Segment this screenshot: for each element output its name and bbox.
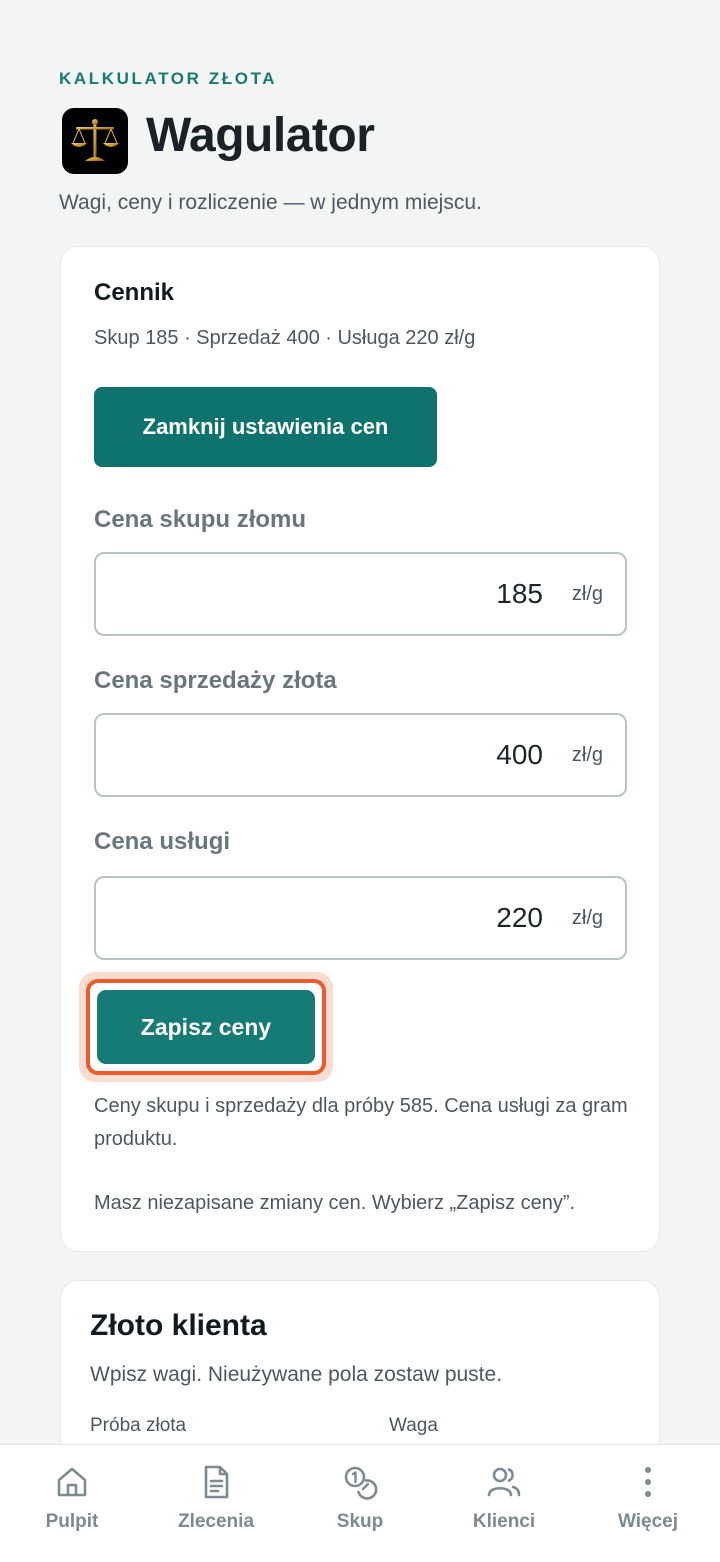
nav-label-pulpit: Pulpit [45,1511,99,1532]
service-price-field: zł/g [94,876,627,960]
nav-item-pulpit[interactable]: Pulpit [0,1445,144,1562]
nav-item-klienci[interactable]: Klienci [432,1445,576,1562]
nav-item-wiecej[interactable]: Więcej [576,1445,720,1562]
client-gold-subtitle: Wpisz wagi. Nieużywane pola zostaw puste… [90,1363,503,1386]
nav-label-zlecenia: Zlecenia [177,1511,255,1532]
save-prices-button[interactable]: Zapisz ceny [97,990,315,1064]
home-icon [57,1467,87,1497]
weight-column-label: Waga [389,1415,438,1436]
app-tagline: Wagi, ceny i rozliczenie — w jednym miej… [59,191,482,214]
pricing-note: Ceny skupu i sprzedaży dla próby 585. Ce… [94,1095,628,1150]
scrap-price-input[interactable] [163,554,543,634]
scrap-price-label: Cena skupu złomu [94,506,307,533]
service-price-unit: zł/g [571,907,603,929]
pricing-summary: Skup 185 · Sprzedaż 400 · Usługa 220 zł/… [94,327,476,349]
document-icon [204,1465,229,1499]
save-button-outline: Zapisz ceny [86,979,326,1075]
scrap-price-unit: zł/g [571,583,603,605]
service-price-label: Cena usługi [94,828,231,855]
nav-label-wiecej: Więcej [617,1511,679,1532]
coins-icon [344,1466,378,1500]
pricing-title: Cennik [94,279,175,306]
more-vertical-icon [645,1467,651,1497]
nav-item-skup[interactable]: Skup [288,1445,432,1562]
nav-item-zlecenia[interactable]: Zlecenia [144,1445,288,1562]
sale-price-label: Cena sprzedaży złota [94,667,337,694]
service-price-input[interactable] [163,878,543,958]
bottom-navigation: Pulpit Zlecenia Skup Klienci Więcej [0,1444,720,1562]
purity-column-label: Próba złota [90,1415,187,1436]
sale-price-unit: zł/g [571,744,603,766]
pricing-card: Cennik Skup 185 · Sprzedaż 400 · Usługa … [60,246,660,1252]
app-eyebrow: KALKULATOR ZŁOTA [59,69,278,88]
client-gold-title: Złoto klienta [90,1309,267,1342]
save-button-highlight: Zapisz ceny [79,972,333,1082]
balance-scale-icon [62,108,128,174]
scrap-price-field: zł/g [94,552,627,636]
nav-label-skup: Skup [336,1511,384,1532]
app-title: Wagulator [146,109,375,162]
nav-label-klienci: Klienci [472,1511,536,1532]
unsaved-changes-warning: Masz niezapisane zmiany cen. Wybierz „Za… [94,1192,576,1214]
sale-price-input[interactable] [163,715,543,795]
users-icon [487,1467,521,1497]
sale-price-field: zł/g [94,713,627,797]
close-price-settings-button[interactable]: Zamknij ustawienia cen [94,387,437,467]
